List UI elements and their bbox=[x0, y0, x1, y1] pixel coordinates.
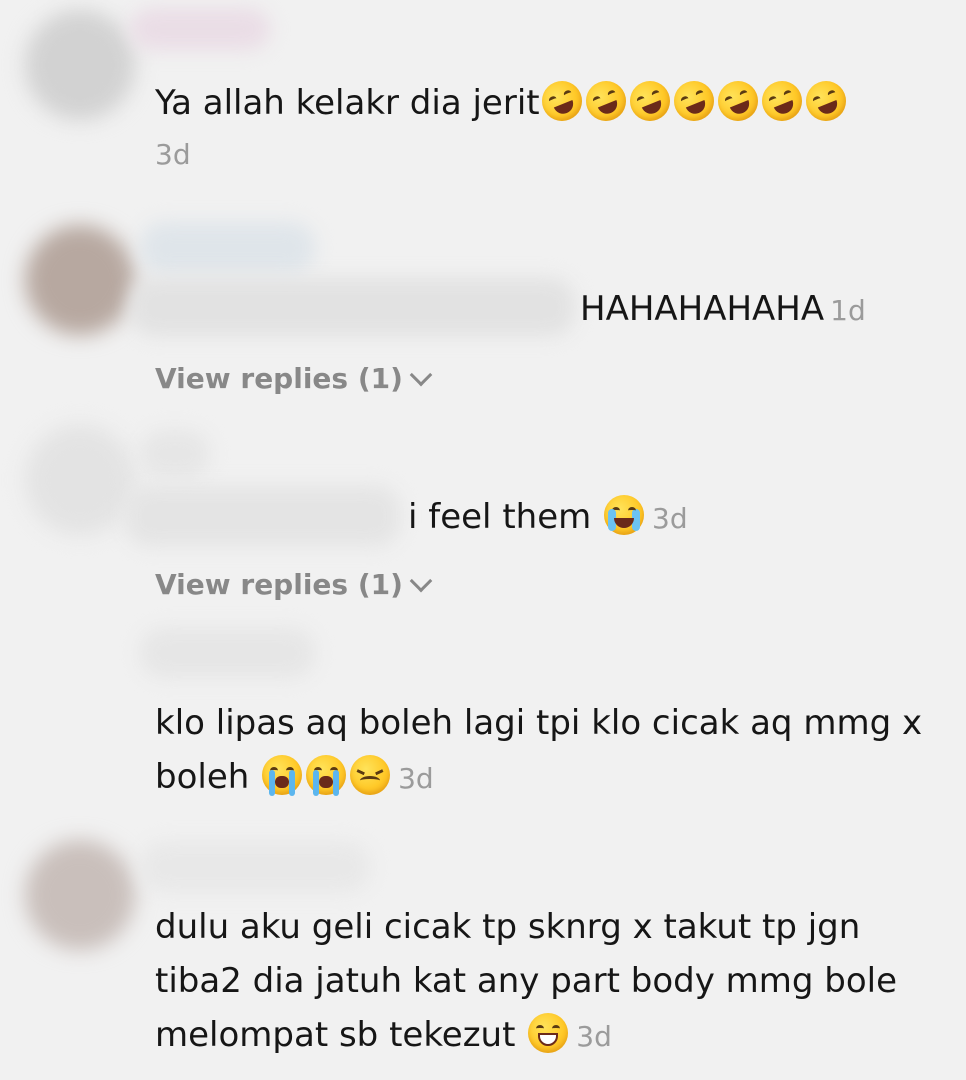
avatar[interactable] bbox=[25, 10, 135, 120]
timestamp: 3d bbox=[155, 138, 191, 171]
timestamp: 3d bbox=[576, 1020, 612, 1053]
view-replies-button[interactable]: View replies (1) bbox=[155, 362, 433, 395]
comment-text: klo lipas aq boleh lagi tpi klo cicak aq… bbox=[155, 703, 923, 797]
rofl-icon bbox=[711, 74, 764, 128]
rofl-icon bbox=[623, 74, 676, 128]
confounded-icon bbox=[350, 755, 391, 795]
avatar[interactable] bbox=[25, 225, 135, 335]
text-redacted bbox=[130, 278, 575, 336]
comment-text: dulu aku geli cicak tp sknrg x takut tp … bbox=[155, 907, 898, 1055]
loudly-crying-icon bbox=[306, 755, 347, 796]
chevron-down-icon bbox=[409, 569, 433, 592]
avatar[interactable] bbox=[25, 840, 135, 950]
timestamp: 3d bbox=[652, 502, 688, 535]
comment-text: HAHAHAHAHA 1d bbox=[580, 289, 866, 329]
username-redacted bbox=[140, 842, 370, 892]
rofl-icon bbox=[799, 74, 852, 128]
comment-text: i feel them 3d bbox=[408, 495, 688, 537]
timestamp: 3d bbox=[398, 762, 434, 795]
grinning-icon bbox=[528, 1013, 569, 1053]
chevron-down-icon bbox=[409, 363, 433, 386]
text-redacted bbox=[125, 486, 400, 546]
timestamp: 1d bbox=[830, 294, 866, 327]
rofl-icon bbox=[579, 74, 632, 128]
username-redacted bbox=[130, 8, 270, 50]
avatar[interactable] bbox=[25, 425, 135, 535]
rofl-icon bbox=[667, 74, 720, 128]
rofl-icon bbox=[535, 74, 588, 128]
loudly-crying-icon bbox=[262, 755, 303, 796]
username-redacted bbox=[140, 628, 315, 678]
comment-text: Ya allah kelakr dia jerit bbox=[155, 74, 852, 130]
username-redacted bbox=[140, 222, 315, 274]
view-replies-button[interactable]: View replies (1) bbox=[155, 568, 433, 601]
rofl-icon bbox=[755, 74, 808, 128]
username-redacted bbox=[140, 430, 210, 478]
tears-of-joy-icon bbox=[604, 495, 645, 535]
